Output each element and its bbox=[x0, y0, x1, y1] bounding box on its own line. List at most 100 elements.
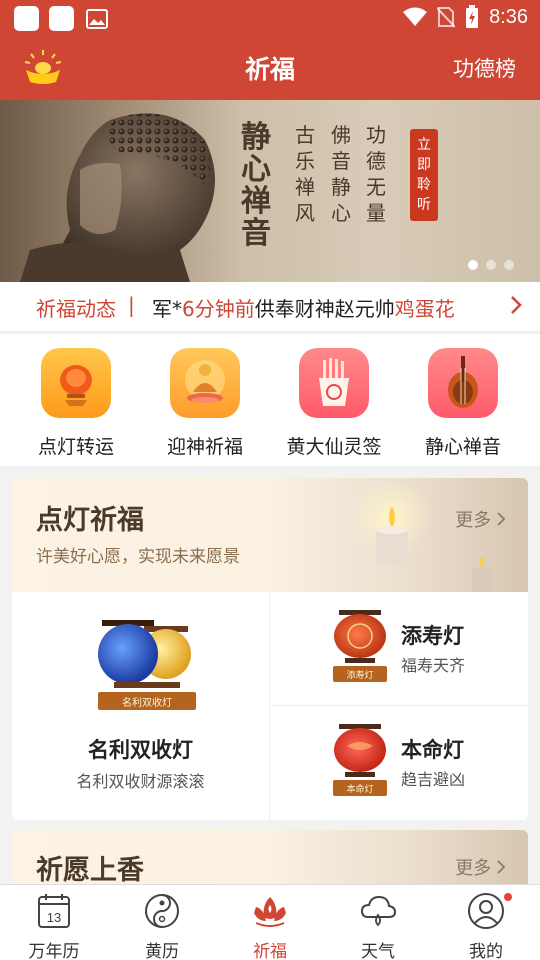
badge-char: 立 bbox=[417, 137, 431, 153]
clock: 8:36 bbox=[489, 5, 528, 28]
quick-action-zen-music[interactable]: 静心禅音 bbox=[403, 348, 523, 459]
banner-char: 音 bbox=[331, 149, 351, 173]
quick-action-label: 静心禅音 bbox=[424, 436, 501, 458]
lamp-subtitle: 福寿天齐 bbox=[401, 656, 466, 675]
image-notification-icon bbox=[84, 6, 109, 31]
nav-profile[interactable]: 我的 bbox=[432, 891, 540, 960]
battery-charging-icon bbox=[466, 5, 479, 28]
nav-label: 万年历 bbox=[28, 942, 80, 960]
ticker-item: 鸡蛋花 bbox=[394, 297, 455, 321]
more-label: 更多 bbox=[455, 858, 492, 879]
banner-char: 风 bbox=[295, 201, 315, 225]
banner-headline-char: 音 bbox=[241, 216, 271, 251]
banner-char: 德 bbox=[366, 149, 386, 173]
carousel-dot-active[interactable] bbox=[468, 260, 478, 270]
lotus-icon bbox=[254, 897, 286, 927]
quick-action-fortune-sticks[interactable]: 黄大仙灵签 bbox=[274, 348, 394, 459]
banner-char: 静 bbox=[331, 175, 351, 199]
lamp-tile-fame-fortune[interactable]: 名利双收灯 名利双收灯 名利双收财源滚滚 bbox=[12, 592, 270, 820]
carousel-dots bbox=[468, 260, 514, 270]
nav-label: 天气 bbox=[361, 942, 395, 960]
more-label: 更多 bbox=[455, 510, 492, 531]
section-title: 点灯祈福 bbox=[36, 505, 144, 536]
status-bar: 8:36 bbox=[0, 0, 540, 36]
nav-blessing[interactable]: 祈福 bbox=[216, 891, 324, 960]
ticker-time: 6分钟前 bbox=[182, 297, 255, 321]
lamp-subtitle: 名利双收财源滚滚 bbox=[76, 772, 205, 791]
ticker-label: 祈福动态 bbox=[36, 297, 116, 321]
banner-headline-char: 禅 bbox=[241, 184, 271, 219]
badge-char: 聆 bbox=[417, 177, 431, 193]
lamp-tile-longevity[interactable]: 添寿灯 添寿灯 福寿天齐 bbox=[271, 592, 528, 706]
banner-char: 功 bbox=[366, 123, 386, 147]
quick-actions: 点灯转运 迎神祈福 黄大仙灵签 静心禅音 bbox=[0, 334, 540, 466]
nav-calendar[interactable]: 13 万年历 bbox=[0, 891, 108, 960]
ticker-message: 军*6分钟前供奉财神赵元帅鸡蛋花 bbox=[152, 293, 455, 322]
nav-almanac[interactable]: 黄历 bbox=[108, 891, 216, 960]
banner-column-1: 古 乐 禅 风 bbox=[292, 122, 318, 226]
banner-column-3: 功 德 无 量 bbox=[363, 122, 389, 226]
banner-headline-char: 静 bbox=[241, 120, 271, 155]
nav-label: 黄历 bbox=[145, 942, 179, 960]
nav-label: 祈福 bbox=[253, 942, 287, 960]
notification-dot bbox=[504, 893, 512, 901]
ticker-user: 军* bbox=[152, 297, 182, 321]
banner-headline-char: 心 bbox=[241, 152, 271, 187]
pipa-icon bbox=[428, 348, 498, 418]
badge-char: 即 bbox=[417, 157, 431, 173]
banner-char: 量 bbox=[366, 201, 386, 225]
app-root: 8:36 祈福 功德榜 静 心 禅 音 古 乐 禅 风 佛 音 静 心 功 德 … bbox=[0, 0, 540, 960]
yin-yang-icon bbox=[145, 894, 179, 928]
merit-ranking-link[interactable]: 功德榜 bbox=[453, 53, 516, 83]
no-sim-icon bbox=[437, 7, 456, 28]
lamp-title: 本命灯 bbox=[401, 738, 464, 762]
lamp-subtitle: 趋吉避凶 bbox=[401, 770, 466, 789]
banner-headline: 静 心 禅 音 bbox=[236, 122, 276, 250]
bottom-navigation: 13 万年历 黄历 祈福 天气 我的 bbox=[0, 884, 540, 960]
fortune-sticks-icon bbox=[299, 348, 369, 418]
lamp-plaque: 添寿灯 bbox=[346, 671, 374, 681]
incense-card: 祈愿上香 更多 bbox=[12, 830, 528, 890]
chevron-right-icon[interactable] bbox=[510, 295, 522, 315]
banner-char: 无 bbox=[366, 175, 386, 199]
carousel-dot[interactable] bbox=[486, 260, 496, 270]
badge-char: 听 bbox=[417, 197, 431, 213]
calendar-icon: 13 bbox=[38, 894, 70, 928]
ticker-action: 供奉财神赵元帅 bbox=[254, 297, 395, 321]
banner-char: 乐 bbox=[295, 149, 315, 173]
lamp-more-link[interactable]: 更多 bbox=[455, 506, 506, 532]
promo-banner[interactable]: 静 心 禅 音 古 乐 禅 风 佛 音 静 心 功 德 无 量 立 即 聆 听 bbox=[0, 100, 540, 282]
quick-action-label: 黄大仙灵签 bbox=[286, 436, 382, 458]
lamp-plaque: 本命灯 bbox=[346, 785, 374, 795]
buddha-head-image bbox=[20, 113, 215, 282]
calendar-date: 13 bbox=[47, 910, 61, 925]
buddha-icon bbox=[170, 348, 240, 418]
banner-char: 心 bbox=[331, 201, 351, 225]
lamp-section-header: 点灯祈福 许美好心愿，实现未来愿景 更多 bbox=[12, 478, 528, 592]
banner-char: 禅 bbox=[295, 175, 315, 199]
quick-action-label: 迎神祈福 bbox=[166, 436, 243, 458]
quick-action-light-lamp[interactable]: 点灯转运 bbox=[16, 348, 136, 459]
ticker-separator: | bbox=[128, 293, 135, 317]
incense-more-link[interactable]: 更多 bbox=[455, 854, 506, 880]
lantern-icon bbox=[41, 348, 111, 418]
banner-char: 佛 bbox=[331, 123, 351, 147]
quick-action-welcome-deity[interactable]: 迎神祈福 bbox=[145, 348, 265, 459]
nav-weather[interactable]: 天气 bbox=[324, 891, 432, 960]
lamp-tile-destiny[interactable]: 本命灯 本命灯 趋吉避凶 bbox=[271, 706, 528, 820]
profile-icon bbox=[468, 893, 504, 929]
notification-square-icon bbox=[14, 6, 39, 31]
chevron-right-icon bbox=[497, 860, 506, 874]
nav-label: 我的 bbox=[469, 942, 503, 960]
lamp-grid: 名利双收灯 名利双收灯 名利双收财源滚滚 添寿灯 添寿灯 福寿天齐 本命灯 本命… bbox=[12, 592, 528, 820]
quick-action-label: 点灯转运 bbox=[37, 436, 114, 458]
carousel-dot[interactable] bbox=[504, 260, 514, 270]
weather-icon bbox=[360, 895, 397, 927]
incense-section-header: 祈愿上香 更多 bbox=[12, 830, 528, 890]
notification-icons bbox=[14, 6, 109, 31]
notification-square-icon bbox=[49, 6, 74, 31]
section-title: 祈愿上香 bbox=[36, 855, 144, 886]
listen-now-badge[interactable]: 立 即 聆 听 bbox=[410, 129, 438, 221]
prayer-news-ticker[interactable]: 祈福动态 | 军*6分钟前供奉财神赵元帅鸡蛋花 bbox=[0, 282, 540, 332]
candle-decoration-icon bbox=[352, 478, 492, 592]
